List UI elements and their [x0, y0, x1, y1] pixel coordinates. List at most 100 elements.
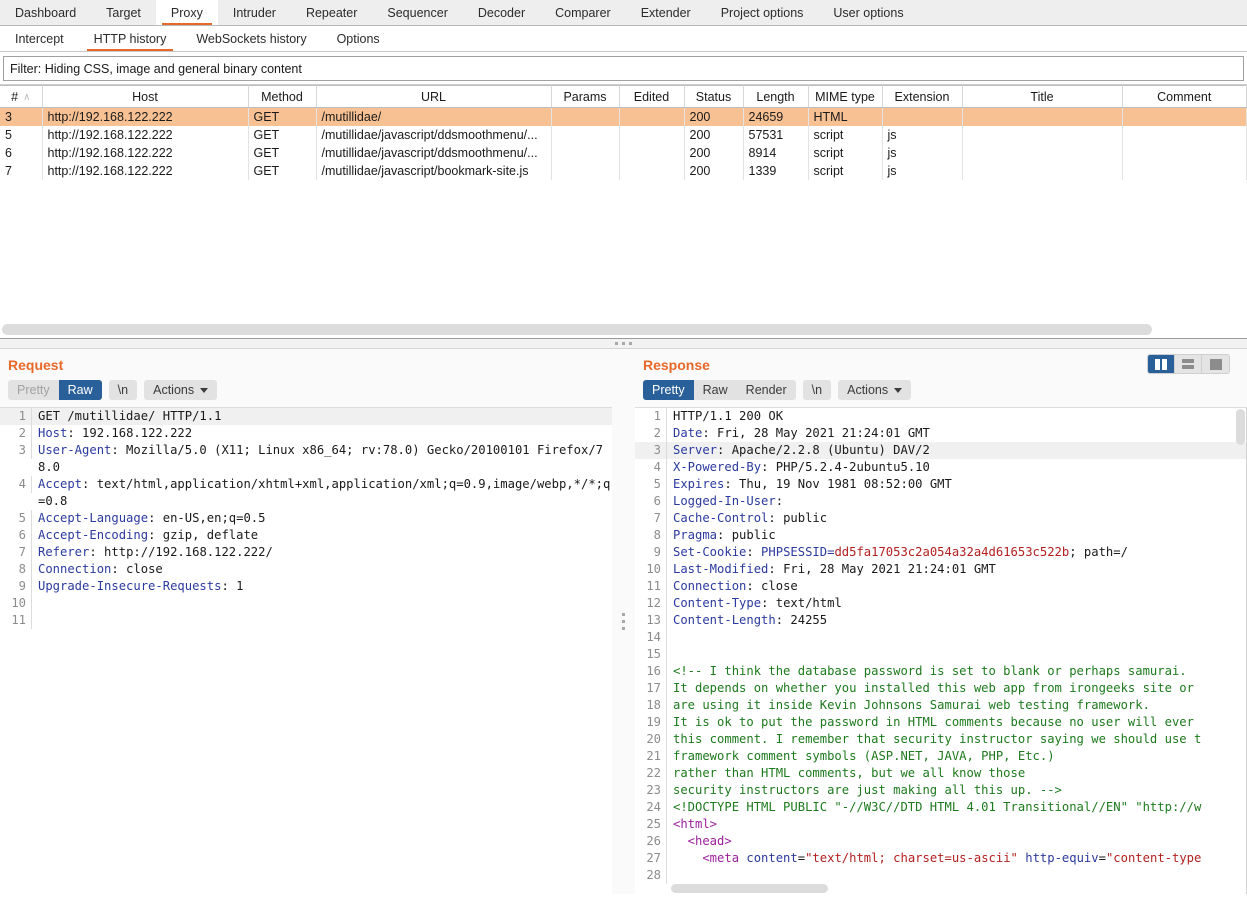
subtab-websockets-history[interactable]: WebSockets history: [181, 26, 321, 51]
header-value: en-US,en;q=0.5: [155, 511, 266, 525]
response-render-button[interactable]: Render: [736, 380, 796, 400]
header-value: text/html: [768, 596, 842, 610]
tab-user-options[interactable]: User options: [818, 0, 918, 25]
tab-project-options[interactable]: Project options: [706, 0, 819, 25]
tab-label: Comparer: [555, 5, 611, 20]
column-header-title[interactable]: Title: [962, 85, 1123, 108]
column-header-method[interactable]: Method: [248, 85, 317, 108]
code-line: 6 Logged-In-User:: [635, 493, 1247, 510]
cell-params: [551, 161, 620, 180]
response-horizontal-scrollbar[interactable]: [671, 884, 1233, 893]
header-name: Expires: [673, 477, 725, 491]
header-name: Connection: [38, 562, 112, 576]
tab-dashboard[interactable]: Dashboard: [0, 0, 91, 25]
line-number: 23: [635, 782, 667, 799]
scrollbar-thumb[interactable]: [671, 884, 829, 893]
line-number: 6: [0, 527, 32, 544]
column-header-extension[interactable]: Extension: [882, 85, 963, 108]
scrollbar-thumb[interactable]: [2, 324, 1152, 335]
header-name: Last-Modified: [673, 562, 769, 576]
line-number: 16: [635, 663, 667, 680]
cell-extension: [882, 107, 963, 126]
request-newline-button[interactable]: \n: [108, 380, 138, 400]
request-actions-button[interactable]: Actions: [144, 380, 218, 400]
column-label: Title: [1030, 89, 1054, 104]
column-header-url[interactable]: URL: [316, 85, 552, 108]
request-code-area[interactable]: 1 GET /mutillidae/ HTTP/1.1 2 Host: 192.…: [0, 407, 612, 894]
response-code-area[interactable]: 1 HTTP/1.1 200 OK 2 Date: Fri, 28 May 20…: [635, 407, 1247, 894]
request-raw-button[interactable]: Raw: [58, 380, 102, 400]
table-row[interactable]: 7 http://192.168.122.222 GET /mutillidae…: [0, 161, 1247, 180]
cell-url: /mutillidae/javascript/bookmark-site.js: [316, 161, 552, 180]
tab-extender[interactable]: Extender: [626, 0, 706, 25]
header-value: Fri, 28 May 2021 21:24:01 GMT: [775, 562, 996, 576]
line-text: Cache-Control: public: [667, 510, 1247, 527]
line-number: 28: [635, 867, 667, 884]
response-raw-button[interactable]: Raw: [693, 380, 737, 400]
header-value: close: [118, 562, 163, 576]
vertical-splitter[interactable]: [612, 349, 635, 894]
response-pretty-button[interactable]: Pretty: [643, 380, 694, 400]
filter-bar[interactable]: Filter: Hiding CSS, image and general bi…: [3, 56, 1244, 81]
column-label: Host: [132, 89, 158, 104]
line-number: 18: [635, 697, 667, 714]
single-pane-icon: [1209, 358, 1222, 370]
tab-decoder[interactable]: Decoder: [463, 0, 540, 25]
cell-status: 200: [684, 161, 744, 180]
cell-method: GET: [248, 143, 317, 162]
cell-num: 7: [0, 161, 43, 180]
code-line: 8 Pragma: public: [635, 527, 1247, 544]
tab-intruder[interactable]: Intruder: [218, 0, 291, 25]
line-text: Upgrade-Insecure-Requests: 1: [32, 578, 612, 595]
subtab-intercept[interactable]: Intercept: [0, 26, 79, 51]
code-line: 16 <!-- I think the database password is…: [635, 663, 1247, 680]
tab-target[interactable]: Target: [91, 0, 156, 25]
scrollbar-thumb[interactable]: [1236, 409, 1245, 445]
column-header-num[interactable]: # ∧: [0, 85, 43, 108]
response-actions-button[interactable]: Actions: [838, 380, 912, 400]
history-horizontal-scrollbar[interactable]: [2, 324, 1245, 336]
tab-comparer[interactable]: Comparer: [540, 0, 626, 25]
table-row[interactable]: 3 http://192.168.122.222 GET /mutillidae…: [0, 107, 1247, 126]
header-colon: :: [702, 426, 710, 440]
layout-single-pane-button[interactable]: [1202, 355, 1229, 373]
header-colon: :: [768, 511, 776, 525]
line-text: Content-Type: text/html: [667, 595, 1247, 612]
subtab-options[interactable]: Options: [322, 26, 395, 51]
line-number: 11: [0, 612, 32, 629]
subtab-http-history[interactable]: HTTP history: [79, 26, 182, 51]
response-newline-button[interactable]: \n: [802, 380, 832, 400]
column-header-length[interactable]: Length: [743, 85, 809, 108]
response-vertical-scrollbar[interactable]: [1236, 409, 1245, 880]
line-text: Connection: close: [32, 561, 612, 578]
header-name: Content-Type: [673, 596, 762, 610]
column-label: Method: [261, 89, 303, 104]
header-value: close: [753, 579, 798, 593]
column-label: #: [11, 89, 19, 104]
column-header-comment[interactable]: Comment: [1122, 85, 1247, 108]
code-line: 5 Expires: Thu, 19 Nov 1981 08:52:00 GMT: [635, 476, 1247, 493]
tab-sequencer[interactable]: Sequencer: [372, 0, 462, 25]
subtab-label: Intercept: [15, 31, 64, 46]
line-text: Expires: Thu, 19 Nov 1981 08:52:00 GMT: [667, 476, 1247, 493]
table-row[interactable]: 5 http://192.168.122.222 GET /mutillidae…: [0, 125, 1247, 144]
header-name: Upgrade-Insecure-Requests: [38, 579, 222, 593]
line-number: 4: [0, 476, 32, 493]
column-header-status[interactable]: Status: [684, 85, 744, 108]
cell-edited: [619, 143, 685, 162]
layout-vertical-split-button[interactable]: [1148, 355, 1175, 373]
column-header-edited[interactable]: Edited: [619, 85, 685, 108]
header-value: Mozilla/5.0 (X11; Linux x86_64; rv:78.0)…: [38, 443, 603, 474]
tab-proxy[interactable]: Proxy: [155, 0, 218, 25]
column-header-params[interactable]: Params: [551, 85, 620, 108]
table-row[interactable]: 6 http://192.168.122.222 GET /mutillidae…: [0, 143, 1247, 162]
column-header-host[interactable]: Host: [42, 85, 249, 108]
code-line: 3 User-Agent: Mozilla/5.0 (X11; Linux x8…: [0, 442, 612, 476]
layout-horizontal-split-button[interactable]: [1175, 355, 1202, 373]
horizontal-splitter[interactable]: [0, 338, 1247, 349]
sort-ascending-icon[interactable]: ∧: [23, 92, 30, 103]
column-header-mime-type[interactable]: MIME type: [808, 85, 883, 108]
header-name: Accept-Language: [38, 511, 149, 525]
tab-repeater[interactable]: Repeater: [291, 0, 372, 25]
request-pretty-button[interactable]: Pretty: [8, 380, 59, 400]
